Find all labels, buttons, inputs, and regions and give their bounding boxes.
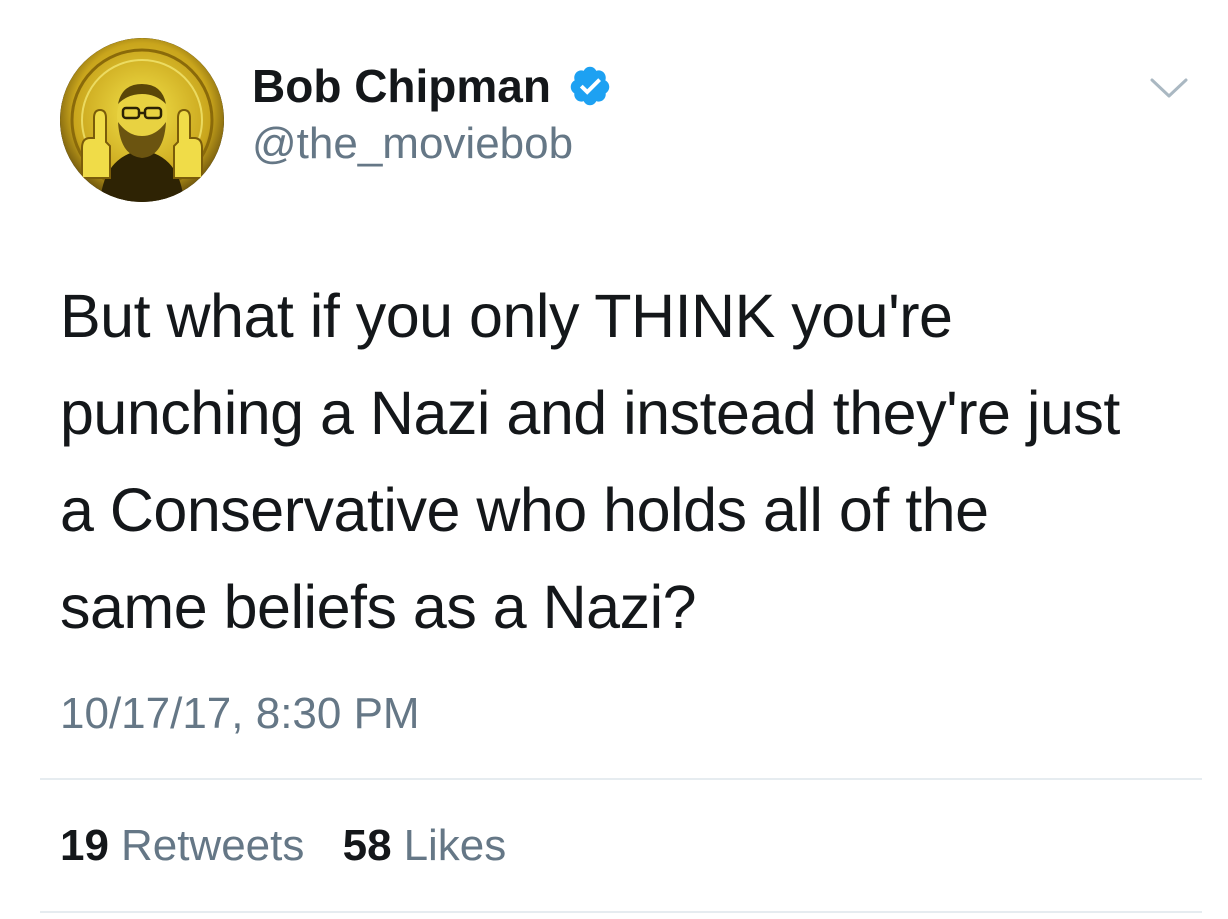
tweet-timestamp[interactable]: 10/17/17, 8:30 PM: [60, 688, 420, 740]
verified-badge-icon: [570, 66, 610, 106]
likes-count: 58: [342, 821, 392, 870]
retweets-stat[interactable]: 19 Retweets: [60, 820, 304, 872]
likes-stat[interactable]: 58 Likes: [343, 820, 507, 872]
tweet-text-line: But what if you only THINK you're: [60, 282, 953, 350]
engagement-stats: 19 Retweets 58 Likes: [60, 820, 506, 872]
tweet-text: But what if you only THINK you're punchi…: [60, 268, 1200, 656]
tweet-text-line: punching a Nazi and instead they're just: [60, 379, 1120, 447]
user-handle[interactable]: @the_moviebob: [252, 118, 573, 170]
tweet-card: Bob Chipman @the_moviebob But what if yo…: [0, 0, 1228, 919]
divider: [40, 911, 1202, 913]
display-name[interactable]: Bob Chipman: [252, 60, 551, 112]
retweets-count: 19: [60, 821, 109, 870]
chevron-down-icon[interactable]: [1148, 74, 1190, 104]
likes-label: Likes: [403, 821, 507, 870]
avatar[interactable]: [60, 38, 224, 202]
retweets-label: Retweets: [120, 821, 305, 870]
tweet-text-line: same beliefs as a Nazi?: [60, 573, 697, 641]
divider: [40, 778, 1202, 780]
avatar-image: [60, 38, 224, 202]
tweet-text-line: a Conservative who holds all of the: [60, 476, 989, 544]
